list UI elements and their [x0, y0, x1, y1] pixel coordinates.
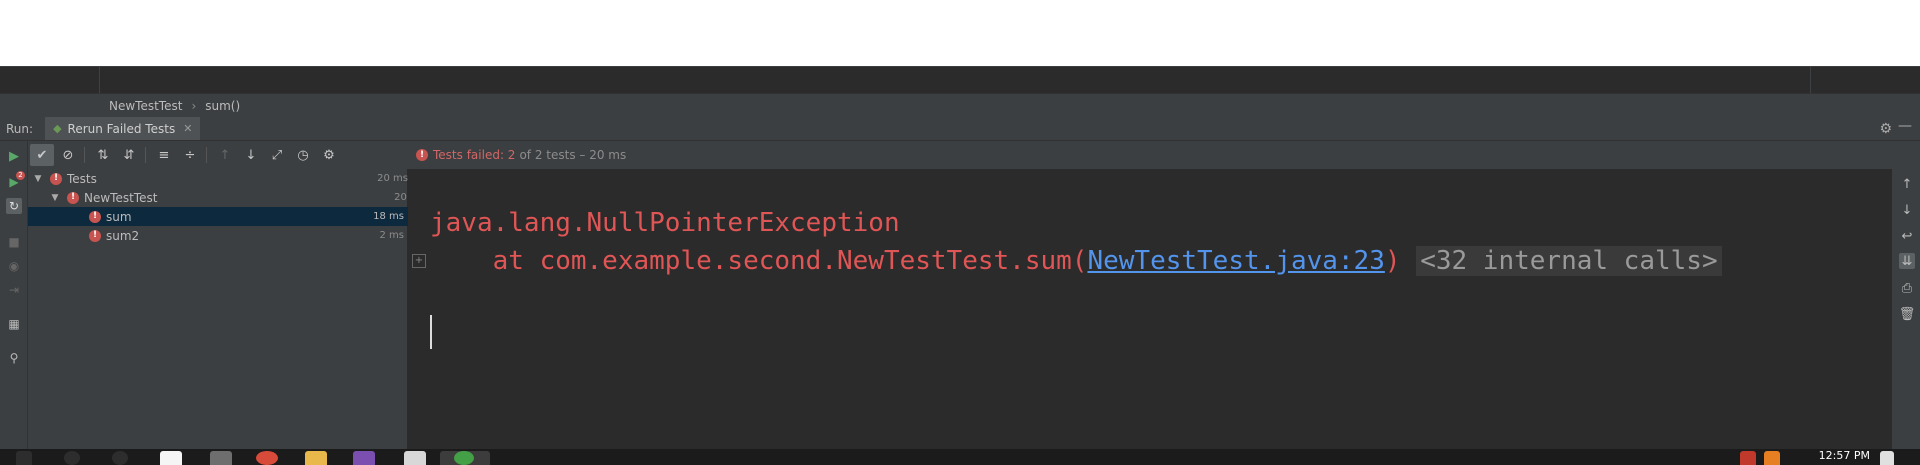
stop-icon[interactable]: ■ [6, 234, 22, 250]
task-view-icon[interactable] [112, 451, 128, 465]
tree-row-label: sum2 [106, 228, 140, 243]
test-tree-toolbar: ✔ ⊘ ⇅ ⇵ ≡ ÷ ↑ ↓ ⤢ ◷ ⚙ [28, 141, 408, 169]
soft-wrap-icon[interactable]: ↩ [1899, 228, 1915, 244]
tree-row-time: 20 ms [377, 173, 408, 184]
editor-gutter-divider [99, 66, 100, 93]
tree-row-label: Tests [67, 171, 97, 186]
breadcrumb: NewTestTest › sum() [0, 93, 1920, 117]
stack-trace-close: ) [1384, 246, 1401, 276]
arrow-down-icon[interactable]: ↓ [1899, 202, 1915, 218]
taskbar-clock[interactable]: 12:57 PM [1819, 449, 1870, 463]
tree-row-class[interactable]: ▼ ! NewTestTest 20 ms [28, 188, 429, 207]
collapse-all-icon[interactable]: ÷ [178, 144, 202, 166]
error-icon: ! [416, 149, 428, 161]
breadcrumb-method[interactable]: sum() [205, 99, 240, 113]
tree-row-label: sum [106, 209, 132, 224]
gear-icon[interactable]: ⚙ [1879, 121, 1892, 137]
stack-trace-line: at com.example.second.NewTestTest.sum(Ne… [430, 246, 1722, 276]
tab-rerun-failed-tests[interactable]: ◆ Rerun Failed Tests ✕ [45, 117, 201, 140]
console-right-toolbar: ↑ ↓ ↩ ⇊ ⎙ 🗑 [1891, 169, 1920, 449]
tests-summary: of 2 tests – 20 ms [519, 148, 627, 162]
error-icon: ! [67, 191, 79, 204]
exit-icon[interactable]: ⇥ [6, 282, 22, 298]
layout-icon[interactable]: ▦ [6, 316, 22, 332]
toggle-auto-test-icon[interactable]: ↻ [6, 198, 22, 214]
expand-all-icon[interactable]: ≡ [152, 144, 176, 166]
stack-trace-prefix: at com.example.second.NewTestTest.sum( [430, 246, 1088, 276]
sort-alpha-icon[interactable]: ⇅ [91, 144, 115, 166]
minimize-icon[interactable]: — [1898, 118, 1912, 134]
tree-row-tests[interactable]: ▼ ! Tests 20 ms [28, 169, 412, 188]
breadcrumb-separator-icon: › [191, 98, 197, 113]
internal-calls-fold[interactable]: <32 internal calls> [1416, 246, 1722, 276]
previous-failed-icon[interactable]: ↑ [213, 144, 237, 166]
tree-row-sum[interactable]: ! sum 18 ms [28, 207, 408, 226]
close-icon[interactable]: ✕ [183, 122, 192, 135]
notification-icon[interactable] [1880, 451, 1894, 465]
editor-area[interactable] [0, 66, 1920, 94]
start-icon[interactable] [16, 451, 32, 465]
editor-right-margin [1810, 66, 1811, 93]
failed-count-badge: 2 [16, 171, 25, 180]
toolbar-divider [206, 147, 207, 163]
export-icon[interactable]: ⤢ [265, 144, 289, 166]
run-tool-window-header: Run: ◆ Rerun Failed Tests ✕ [0, 117, 1920, 141]
visual-studio-icon[interactable] [353, 451, 375, 465]
trash-icon[interactable]: 🗑 [1899, 306, 1916, 322]
exception-line: java.lang.NullPointerException [430, 208, 900, 238]
tree-row-time: 2 ms [379, 230, 405, 241]
app-icon-1[interactable] [160, 451, 182, 465]
scroll-to-end-icon[interactable]: ⇊ [1899, 253, 1915, 269]
sort-duration-icon[interactable]: ⇵ [117, 144, 141, 166]
test-results-tree: ▼ ! Tests 20 ms ▼ ! NewTestTest 20 ms ! … [28, 169, 425, 449]
run-label: Run: [6, 121, 34, 136]
expand-arrow-icon[interactable]: ▼ [49, 193, 61, 203]
next-failed-icon[interactable]: ↓ [239, 144, 263, 166]
settings-icon[interactable]: ⚙ [317, 144, 341, 166]
window-top-area [0, 0, 1920, 66]
console-output[interactable]: java.lang.NullPointerException + at com.… [408, 169, 1891, 449]
fold-expand-icon[interactable]: + [412, 254, 426, 268]
android-studio-icon [454, 451, 474, 465]
text-caret [430, 315, 432, 349]
tree-row-sum2[interactable]: ! sum2 2 ms [28, 226, 408, 245]
test-status-bar: ! Tests failed: 2 of 2 tests – 20 ms [408, 141, 1891, 169]
app-icon-3[interactable] [404, 451, 426, 465]
error-icon: ! [50, 172, 62, 185]
search-icon[interactable] [64, 451, 80, 465]
tray-icon-2[interactable] [1764, 451, 1780, 465]
run-left-toolbar: ▶ ▶ 2 ↻ ■ ◉ ⇥ ▦ ⚲ [0, 141, 28, 449]
tree-row-time: 18 ms [373, 211, 404, 222]
settings-app-icon[interactable] [210, 451, 232, 465]
camera-icon[interactable]: ◉ [6, 258, 22, 274]
tree-row-label: NewTestTest [84, 190, 158, 205]
print-icon[interactable]: ⎙ [1899, 280, 1915, 296]
arrow-up-icon[interactable]: ↑ [1899, 176, 1915, 192]
tray-icon-1[interactable] [1740, 451, 1756, 465]
tests-failed-count: Tests failed: 2 [433, 148, 516, 162]
folder-icon[interactable] [305, 451, 327, 465]
right-toolbar-top [1891, 141, 1920, 169]
app-icon-2[interactable] [256, 451, 278, 465]
breadcrumb-class[interactable]: NewTestTest [109, 99, 182, 113]
active-app-highlight[interactable] [440, 451, 490, 465]
show-passed-icon[interactable]: ✔ [30, 144, 54, 166]
tab-label: Rerun Failed Tests [67, 121, 176, 136]
rerun-icon[interactable]: ▶ [6, 148, 22, 164]
toolbar-divider [84, 147, 85, 163]
run-config-icon: ◆ [53, 122, 62, 135]
rerun-failed-icon[interactable]: ▶ 2 [6, 171, 25, 190]
history-icon[interactable]: ◷ [291, 144, 315, 166]
expand-arrow-icon[interactable]: ▼ [32, 174, 44, 184]
pin-icon[interactable]: ⚲ [6, 350, 22, 366]
show-ignored-icon[interactable]: ⊘ [56, 144, 80, 166]
error-icon: ! [89, 229, 101, 242]
error-icon: ! [89, 210, 101, 223]
source-link[interactable]: NewTestTest.java:23 [1087, 246, 1384, 276]
toolbar-divider [145, 147, 146, 163]
os-taskbar: 12:57 PM [0, 449, 1920, 465]
